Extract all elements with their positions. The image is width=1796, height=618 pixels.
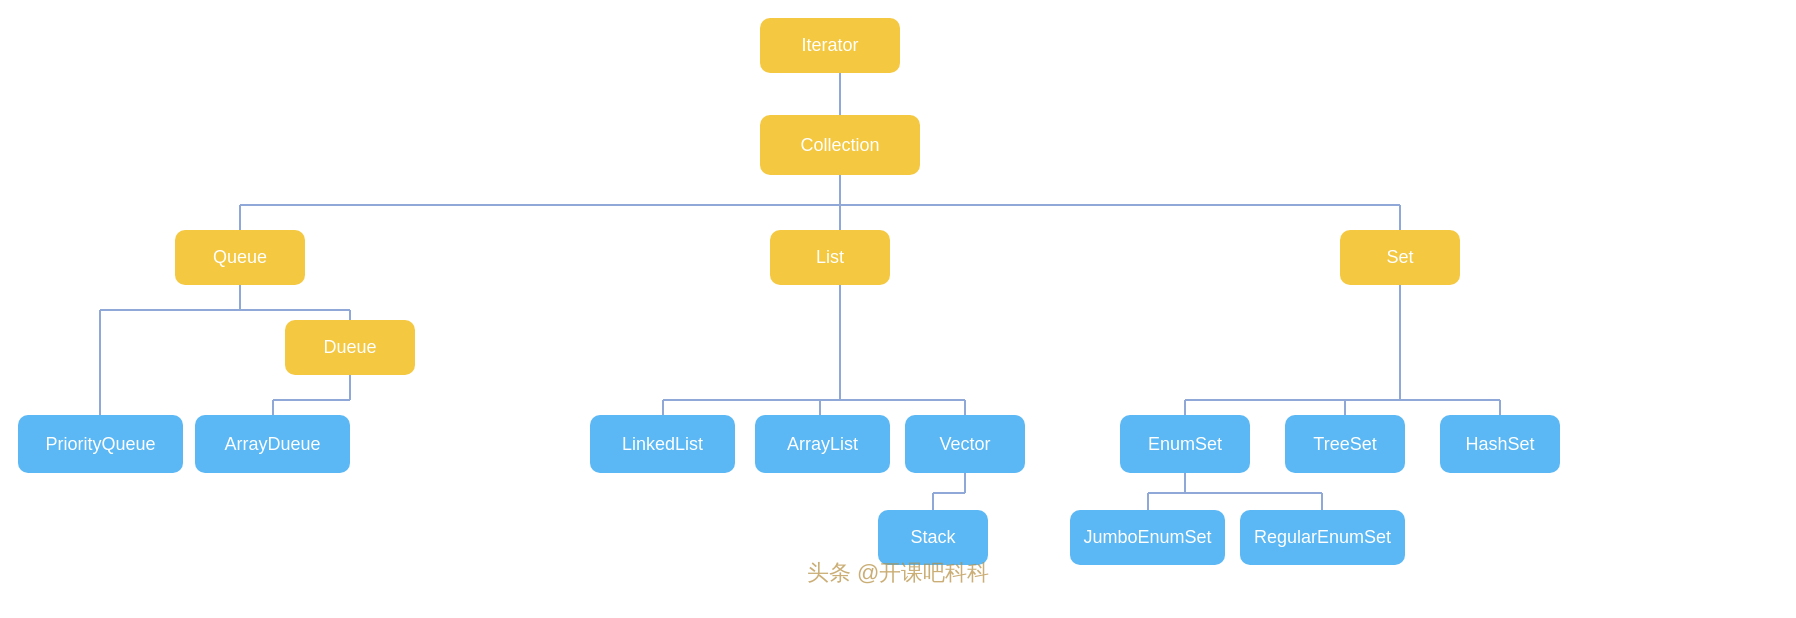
node-queue: Queue	[175, 230, 305, 285]
node-iterator: Iterator	[760, 18, 900, 73]
node-arraylist: ArrayList	[755, 415, 890, 473]
node-linkedlist: LinkedList	[590, 415, 735, 473]
node-stack: Stack	[878, 510, 988, 565]
node-deque: Dueue	[285, 320, 415, 375]
node-arraydeque: ArrayDueue	[195, 415, 350, 473]
node-treeset: TreeSet	[1285, 415, 1405, 473]
node-vector: Vector	[905, 415, 1025, 473]
node-enumset: EnumSet	[1120, 415, 1250, 473]
node-regularenumset: RegularEnumSet	[1240, 510, 1405, 565]
node-jumboenumset: JumboEnumSet	[1070, 510, 1225, 565]
node-hashset: HashSet	[1440, 415, 1560, 473]
node-collection: Collection	[760, 115, 920, 175]
node-set: Set	[1340, 230, 1460, 285]
node-list: List	[770, 230, 890, 285]
diagram: Iterator Collection Queue List Set Dueue Prior…	[0, 0, 1796, 618]
node-priorityqueue: PriorityQueue	[18, 415, 183, 473]
watermark: 头条 @开课吧科科	[807, 558, 989, 588]
